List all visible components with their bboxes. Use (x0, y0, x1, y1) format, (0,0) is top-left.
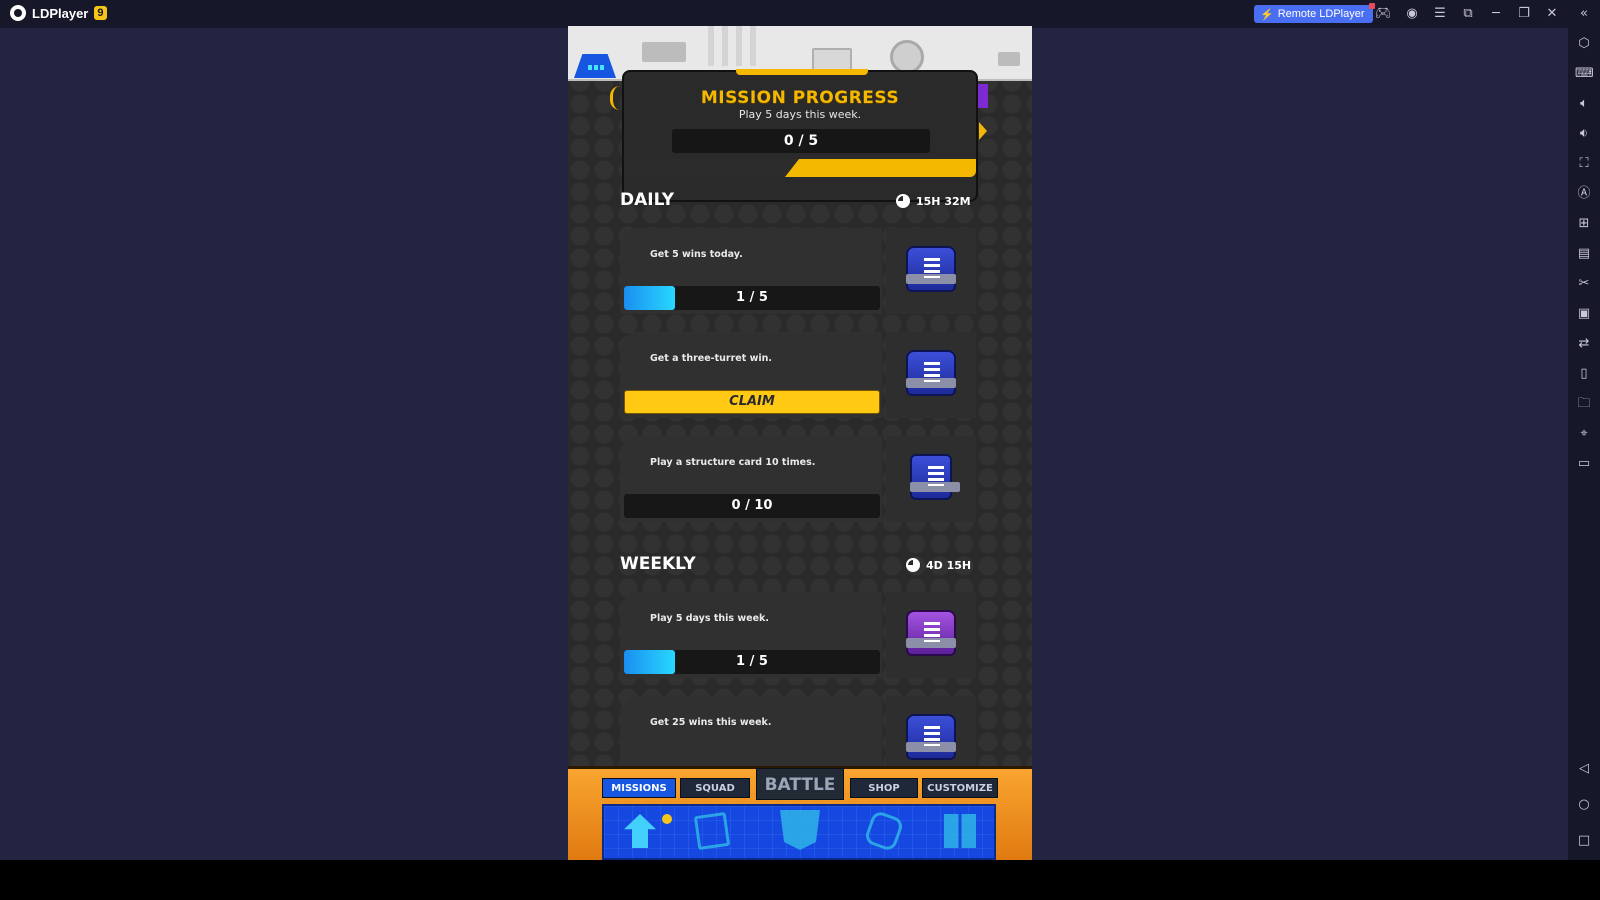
panel-trim (736, 69, 868, 75)
scissors-icon[interactable]: ✂ (1575, 275, 1593, 293)
ldplayer-logo-icon (10, 5, 26, 21)
lightning-icon: ⚡ (1260, 8, 1274, 21)
close-icon[interactable]: ✕ (1544, 6, 1560, 22)
bracket-left-decoration (610, 86, 622, 110)
customize-grid-icon[interactable] (944, 814, 976, 848)
back-icon[interactable]: ◁ (1575, 760, 1593, 778)
video-record-icon[interactable]: ▣ (1575, 305, 1593, 323)
progress-label: 1 / 5 (736, 290, 768, 305)
title-bar: LDPlayer 9 ⚡ Remote LDPlayer 🎮︎ ◉ ☰ ⧉ ─ … (0, 0, 1600, 28)
apk-install-icon[interactable]: ▤ (1575, 245, 1593, 263)
right-sidebar: ⬡ ⌨ 🔈︎ 🔉︎ ⛶ Ⓐ ⊞ ▤ ✂ ▣ ⇄ ▯ 🗀 ⌖ ▭ ◁ ○ □ (1568, 28, 1600, 860)
gamepad-icon[interactable]: 🎮︎ (1375, 6, 1392, 22)
mission-progress-panel: MISSION PROGRESS Play 5 days this week. … (622, 69, 978, 202)
mission-text: Play a structure card 10 times. (650, 457, 816, 468)
app-logo: LDPlayer 9 (10, 5, 107, 21)
account-icon[interactable]: ◉ (1404, 6, 1420, 22)
notification-dot (1368, 3, 1375, 9)
game-viewport: MISSION PROGRESS Play 5 days this week. … (568, 26, 1032, 860)
recents-icon[interactable]: □ (1575, 832, 1593, 850)
mission-progress-title: MISSION PROGRESS (700, 88, 900, 108)
mission-text: Get 25 wins this week. (650, 717, 772, 728)
bottom-navigation: MISSIONS SQUAD BATTLE SHOP CUSTOMIZE (568, 756, 1032, 860)
bolt-decoration (890, 40, 924, 74)
remote-ldplayer-button[interactable]: ⚡ Remote LDPlayer (1254, 3, 1375, 23)
vent-decoration (642, 42, 686, 62)
mission-progress-value: 0 / 5 (783, 133, 819, 149)
collapse-sidebar-icon[interactable]: « (1576, 6, 1592, 22)
mission-progress-bar: 1 / 5 (624, 650, 880, 674)
minimize-icon[interactable]: ─ (1488, 6, 1504, 22)
volume-down-icon[interactable]: 🔉︎ (1575, 125, 1593, 143)
weekly-title: WEEKLY (620, 554, 696, 574)
blue-chest-icon (906, 246, 956, 292)
rotate-screen-icon[interactable]: ▭ (1575, 455, 1593, 473)
daily-timer-value: 15H 32M (916, 194, 971, 208)
mission-card: Get 5 wins today. 1 / 5 (620, 228, 976, 314)
vent-decoration (998, 52, 1020, 66)
weekly-timer: 4D 15H (906, 558, 971, 572)
screenshot-icon[interactable]: ⧉ (1460, 6, 1476, 22)
arrow-right-decoration (979, 122, 987, 140)
version-badge: 9 (94, 6, 107, 20)
reward-slot[interactable] (886, 436, 976, 522)
mission-card: Play a structure card 10 times. 0 / 10 (620, 436, 976, 522)
remote-ldplayer-label: Remote LDPlayer (1277, 8, 1365, 20)
progress-label: 0 / 10 (731, 498, 773, 513)
emulator-window: LDPlayer 9 ⚡ Remote LDPlayer 🎮︎ ◉ ☰ ⧉ ─ … (0, 0, 1600, 900)
cards-icon[interactable] (693, 811, 731, 851)
panel-dark-strip (624, 159, 799, 177)
volume-up-icon[interactable]: 🔈︎ (1575, 95, 1593, 113)
notification-dot (662, 814, 672, 824)
mission-card: Get a three-turret win. CLAIM (620, 332, 976, 418)
mission-progress-bar: 0 / 5 (672, 129, 930, 153)
add-instance-icon[interactable]: ⊞ (1575, 215, 1593, 233)
pillar-decoration (708, 26, 756, 66)
bracket-right-decoration (978, 84, 988, 108)
purple-chest-icon (906, 610, 956, 656)
mission-card: Play 5 days this week. 1 / 5 (620, 592, 976, 678)
daily-title: DAILY (620, 190, 675, 210)
reward-slot[interactable] (886, 332, 976, 418)
mission-progress-bar: 0 / 10 (624, 494, 880, 518)
restore-icon[interactable]: ❐ (1516, 6, 1532, 22)
claim-button[interactable]: CLAIM (624, 390, 880, 414)
sync-icon[interactable]: ⇄ (1575, 335, 1593, 353)
mission-text: Play 5 days this week. (650, 613, 769, 624)
options-tab[interactable] (574, 54, 616, 78)
blue-chest-icon (906, 350, 956, 396)
blue-crate-icon (910, 454, 960, 500)
tab-battle[interactable]: BATTLE (756, 768, 844, 800)
menu-icon[interactable]: ☰ (1432, 6, 1448, 22)
fullscreen-icon[interactable]: ⛶ (1575, 155, 1593, 173)
tab-shop[interactable]: SHOP (850, 778, 918, 798)
reward-slot[interactable] (886, 592, 976, 678)
clock-icon (906, 558, 920, 572)
bottom-black-band (0, 860, 1600, 900)
keyboard-icon[interactable]: ⌨ (1575, 65, 1594, 83)
tab-squad[interactable]: SQUAD (680, 778, 750, 798)
mission-progress-bar: 1 / 5 (624, 286, 880, 310)
settings-icon[interactable]: ⬡ (1575, 35, 1593, 53)
app-name: LDPlayer (32, 5, 89, 21)
tab-missions[interactable]: MISSIONS (602, 778, 676, 798)
blue-chest-icon (906, 714, 956, 760)
tab-customize[interactable]: CUSTOMIZE (922, 778, 998, 798)
clock-icon (896, 194, 910, 208)
auto-rotate-icon[interactable]: Ⓐ (1575, 185, 1593, 203)
shake-icon[interactable]: ▯ (1575, 365, 1593, 383)
mission-text: Get a three-turret win. (650, 353, 772, 364)
daily-timer: 15H 32M (896, 194, 971, 208)
weekly-timer-value: 4D 15H (926, 558, 972, 572)
folder-icon[interactable]: 🗀 (1575, 395, 1593, 413)
location-icon[interactable]: ⌖ (1575, 425, 1593, 443)
reward-slot[interactable] (886, 228, 976, 314)
progress-label: 1 / 5 (736, 654, 768, 669)
mission-progress-subtitle: Play 5 days this week. (738, 108, 862, 121)
home-icon[interactable]: ○ (1575, 796, 1593, 814)
mission-text: Get 5 wins today. (650, 249, 743, 260)
